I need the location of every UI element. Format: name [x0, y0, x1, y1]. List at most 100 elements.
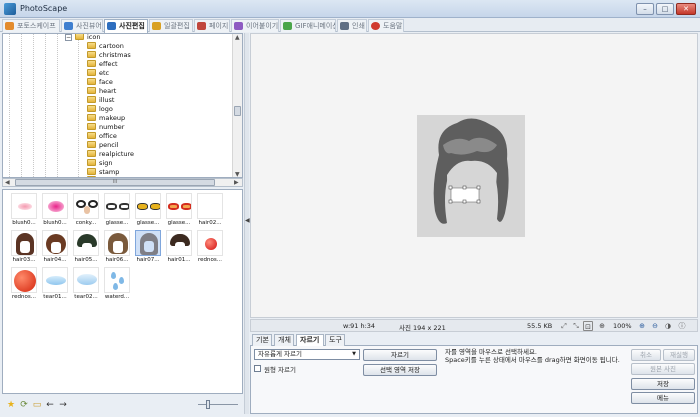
thumbnail-item[interactable]: blush0...	[10, 193, 38, 229]
folder-icon	[87, 69, 96, 76]
scroll-left-arrow-icon[interactable]: ◀	[5, 179, 10, 186]
scroll-down-arrow-icon[interactable]: ▼	[235, 171, 240, 177]
tab-object[interactable]: 개체	[274, 334, 294, 346]
tab-help[interactable]: 도움말	[368, 19, 404, 32]
close-button[interactable]: ✕	[676, 3, 696, 15]
star-icon[interactable]: ★	[6, 400, 16, 410]
tree-item-folder[interactable]: realpicture	[87, 150, 134, 159]
tree-item-folder[interactable]: cartoon	[87, 42, 124, 51]
thumbnail-item[interactable]: hair02...	[196, 193, 224, 229]
photoscape-icon	[5, 22, 14, 30]
folder-icon	[87, 168, 96, 175]
undo-button[interactable]: 취소	[631, 349, 661, 361]
tree-item-folder[interactable]: face	[87, 78, 113, 87]
minimize-button[interactable]: –	[636, 3, 654, 15]
folder-tree[interactable]: − icon cartoon christmas effect etc face…	[2, 33, 243, 178]
thumbnail-item[interactable]: waterd...	[103, 267, 131, 303]
round-crop-checkbox[interactable]	[254, 365, 261, 372]
fit-window-icon[interactable]: ⤢	[559, 321, 569, 331]
thumbnail-item[interactable]: rednos...	[196, 230, 224, 266]
crop-button[interactable]: 자르기	[363, 349, 437, 361]
tree-item-folder[interactable]: illust	[87, 96, 114, 105]
back-arrow-icon[interactable]: ←	[45, 400, 55, 410]
zoom-out-icon[interactable]: ⊖	[650, 321, 660, 331]
tab-page[interactable]: 페이지	[194, 19, 230, 32]
scrollbar-thumb[interactable]: III	[15, 179, 215, 186]
actual-size-icon[interactable]: ⊡	[583, 321, 593, 331]
panel-splitter[interactable]: ◀	[244, 33, 250, 414]
thumbnail-item[interactable]: glasse...	[134, 193, 162, 229]
scroll-right-arrow-icon[interactable]: ▶	[234, 179, 239, 186]
folder-open-icon[interactable]: ▭	[32, 400, 42, 410]
tree-item-folder[interactable]: effect	[87, 60, 118, 69]
tree-item-folder[interactable]: makeup	[87, 114, 125, 123]
file-size: 55.5 KB	[527, 322, 553, 330]
thumbnail-item[interactable]: hair06...	[103, 230, 131, 266]
tab-tools[interactable]: 도구	[325, 334, 345, 346]
forward-arrow-icon[interactable]: →	[58, 400, 68, 410]
hair-icon	[11, 230, 37, 256]
collapse-arrow-icon[interactable]: ◀	[245, 217, 250, 224]
tab-gif[interactable]: GIF애니메이션	[280, 19, 336, 32]
tab-viewer[interactable]: 사진뷰어	[61, 19, 103, 32]
thumbnail-item[interactable]: hair05...	[72, 230, 100, 266]
folder-icon	[87, 105, 96, 112]
crop-mode-select[interactable]: 자유롭게 자르기 ▼	[254, 349, 360, 360]
original-photo-button[interactable]: 원본 사진	[631, 363, 695, 375]
thumbnail-item[interactable]: glasse...	[165, 193, 193, 229]
tree-item-folder[interactable]: number	[87, 123, 124, 132]
folder-icon	[87, 78, 96, 85]
collapse-expander[interactable]: −	[65, 34, 72, 41]
menu-button[interactable]: 메뉴	[631, 392, 695, 404]
thumbnail-item[interactable]: glasse...	[103, 193, 131, 229]
save-selection-button[interactable]: 선택 영역 저장	[363, 364, 437, 376]
tree-vertical-scrollbar[interactable]: ▲ ▼	[232, 34, 242, 177]
expand-icon[interactable]: ⤡	[571, 321, 581, 331]
thumbnail-item[interactable]: hair01...	[165, 230, 193, 266]
folder-icon	[87, 96, 96, 103]
rotate-icon[interactable]: ◑	[663, 321, 673, 331]
tab-batch[interactable]: 일괄편집	[149, 19, 193, 32]
scrollbar-thumb[interactable]	[234, 106, 241, 116]
tree-item-folder[interactable]: christmas	[87, 51, 131, 60]
tree-guide-line	[9, 34, 10, 177]
tree-item-folder[interactable]: pencil	[87, 141, 118, 150]
edited-photo[interactable]	[417, 115, 525, 237]
thumbnail-item[interactable]: tear02...	[72, 267, 100, 303]
tree-item-root[interactable]: icon	[75, 34, 100, 42]
title-bar: PhotoScape – □ ✕	[0, 0, 700, 18]
thumbnail-item[interactable]: conky...	[72, 193, 100, 229]
tree-item-folder[interactable]: logo	[87, 105, 113, 114]
tree-item-folder[interactable]: office	[87, 132, 117, 141]
photo-canvas[interactable]	[250, 33, 698, 318]
tab-photoscape[interactable]: 포토스케이프	[2, 19, 60, 32]
thumbnail-item[interactable]: tear01...	[41, 267, 69, 303]
zoom-in-icon[interactable]: ⊕	[637, 321, 647, 331]
zoom-icon[interactable]: ⊕	[597, 321, 607, 331]
scroll-up-arrow-icon[interactable]: ▲	[235, 34, 240, 41]
thumbnail-size-slider[interactable]	[198, 404, 238, 405]
save-button[interactable]: 저장	[631, 378, 695, 390]
thumbnail-item-selected[interactable]: hair07...	[134, 230, 162, 266]
tab-print[interactable]: 인쇄	[337, 19, 367, 32]
tree-item-folder[interactable]: sign	[87, 159, 112, 168]
thumbnail-item[interactable]: rednos...	[10, 267, 38, 303]
refresh-icon[interactable]: ⟳	[19, 400, 29, 410]
tab-combine[interactable]: 이어붙이기	[231, 19, 279, 32]
info-icon[interactable]: ⓘ	[677, 321, 687, 331]
tab-basic[interactable]: 기본	[252, 334, 272, 346]
folder-icon	[87, 150, 96, 157]
maximize-button[interactable]: □	[656, 3, 674, 15]
thumbnail-item[interactable]: blush0...	[41, 193, 69, 229]
red-nose-icon	[11, 267, 37, 293]
thumbnail-item[interactable]: hair04...	[41, 230, 69, 266]
tree-item-folder[interactable]: etc	[87, 69, 109, 78]
crop-panel: 자유롭게 자르기 ▼ 원형 자르기 자르기 선택 영역 저장 자를 영역을 마우…	[250, 346, 698, 414]
tree-horizontal-scrollbar[interactable]: ◀ III ▶	[2, 178, 243, 187]
redo-button[interactable]: 재실행	[663, 349, 695, 361]
slider-thumb[interactable]	[206, 400, 210, 409]
tab-editor[interactable]: 사진편집	[104, 19, 148, 33]
thumbnail-item[interactable]: hair03...	[10, 230, 38, 266]
tree-item-folder[interactable]: heart	[87, 87, 116, 96]
print-icon	[340, 22, 349, 30]
